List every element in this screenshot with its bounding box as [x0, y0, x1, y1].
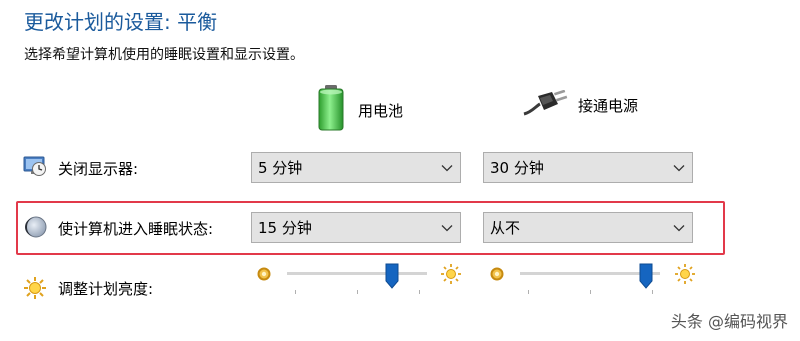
display-off-plugged-select[interactable]: 30 分钟	[483, 152, 693, 183]
sun-icon	[23, 276, 47, 304]
page-title: 更改计划的设置: 平衡	[24, 10, 218, 34]
bright-sun-icon	[674, 263, 696, 289]
slider-tick	[419, 290, 420, 294]
sleep-plugged-value: 从不	[490, 219, 521, 237]
brightness-battery-slider-track[interactable]	[287, 272, 427, 275]
column-label-plugged: 接通电源	[578, 96, 639, 115]
battery-icon	[314, 84, 348, 136]
sleep-plugged-select[interactable]: 从不	[483, 212, 693, 243]
display-clock-icon	[22, 154, 48, 182]
sleep-battery-select[interactable]: 15 分钟	[251, 212, 461, 243]
sleep-label: 使计算机进入睡眠状态:	[58, 220, 214, 238]
chevron-down-icon	[666, 224, 692, 232]
dim-sun-icon	[256, 266, 272, 286]
slider-tick	[357, 290, 358, 294]
column-header-plugged: 接通电源	[522, 89, 639, 120]
chevron-down-icon	[434, 224, 460, 232]
brightness-plugged-slider-thumb[interactable]	[639, 263, 653, 293]
brightness-battery-slider-thumb[interactable]	[385, 263, 399, 293]
display-off-battery-value: 5 分钟	[258, 159, 303, 177]
chevron-down-icon	[434, 164, 460, 172]
moon-icon	[24, 215, 48, 243]
slider-tick	[528, 290, 529, 294]
slider-tick	[295, 290, 296, 294]
sleep-battery-value: 15 分钟	[258, 219, 312, 237]
display-off-label: 关闭显示器:	[58, 160, 139, 178]
watermark: 头条 @编码视界	[670, 312, 788, 331]
brightness-label: 调整计划亮度:	[58, 280, 154, 298]
slider-tick	[590, 290, 591, 294]
column-label-battery: 用电池	[358, 101, 404, 120]
plug-icon	[522, 89, 568, 120]
display-off-battery-select[interactable]: 5 分钟	[251, 152, 461, 183]
bright-sun-icon	[440, 263, 462, 289]
dim-sun-icon	[489, 266, 505, 286]
display-off-plugged-value: 30 分钟	[490, 159, 544, 177]
chevron-down-icon	[666, 164, 692, 172]
page-subtitle: 选择希望计算机使用的睡眠设置和显示设置。	[24, 47, 304, 63]
column-header-battery: 用电池	[314, 84, 403, 136]
